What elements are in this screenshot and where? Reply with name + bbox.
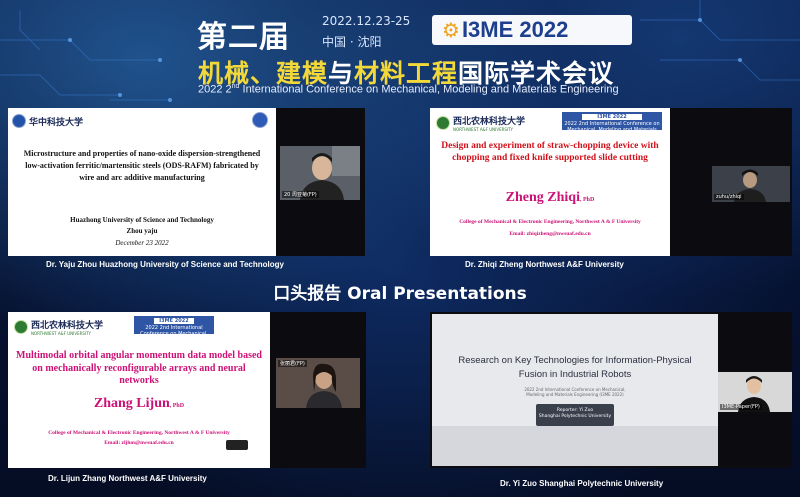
conference-banner: I3ME 2022 2022 2nd International Confere… [562, 112, 662, 139]
university-logo: 西北农林科技大学 NORTHWEST A&F UNIVERSITY [14, 318, 103, 336]
slide-affiliation: College of Mechanical & Electronic Engin… [48, 430, 230, 436]
slide-title: Microstructure and properties of nano-ox… [23, 149, 261, 182]
edition-title: 第二届 [197, 20, 290, 55]
slide-affiliation: College of Mechanical & Electronic Engin… [459, 219, 641, 225]
toolbar-widget[interactable] [226, 440, 248, 450]
emblem-icon [252, 112, 268, 128]
presentation-slide: 西北农林科技大学 NORTHWEST A&F UNIVERSITY I3ME 2… [430, 108, 670, 256]
slide-email: Email: zhiqizheng@nwsuaf.edu.cn [509, 231, 591, 237]
presentation-slide: 西北农林科技大学 NORTHWEST A&F UNIVERSITY I3ME 2… [8, 312, 270, 468]
webcam-label: I3ME-Paper(FP) [720, 404, 762, 410]
slide-date: December 23 2022 [115, 239, 169, 247]
slide-presenter: Zheng Zhiqi, PhD [505, 190, 595, 205]
conference-title-en: 2022 2nd International Conference on Mec… [198, 83, 619, 96]
slide-subtitle: 2022 2nd International Conference on Mec… [524, 387, 626, 397]
slide-affiliation: Huazhong University of Science and Techn… [70, 216, 214, 224]
gear-icon: ⚙ [442, 18, 460, 42]
webcam-label: zuhu/zhiqi [714, 194, 744, 200]
university-logo: 华中科技大学 [12, 114, 83, 128]
speaker-webcam: zuhu/zhiqi [712, 166, 790, 202]
section-label: 口头报告 Oral Presentations [273, 284, 527, 304]
reporter-box: Reporter: Yi Zuo Shanghai Polytechnic Un… [536, 404, 614, 426]
speaker-caption: Dr. Lijun Zhang Northwest A&F University [48, 474, 207, 483]
video-panel-zheng[interactable]: 西北农林科技大学 NORTHWEST A&F UNIVERSITY I3ME 2… [430, 108, 792, 256]
speaker-webcam: I3ME-Paper(FP) [718, 372, 792, 412]
conference-logo: ⚙ I3ME 2022 [432, 15, 632, 45]
slide-presenter: Zhang Lijun, PhD [93, 396, 185, 411]
speaker-caption: Dr. Zhiqi Zheng Northwest A&F University [465, 260, 624, 269]
video-panel-zhou[interactable]: 华中科技大学 Microstructure and properties of … [8, 108, 365, 256]
slide-title: Research on Key Technologies for Informa… [458, 355, 692, 380]
video-panel-zuo[interactable]: Research on Key Technologies for Informa… [430, 312, 792, 468]
conference-date: 2022.12.23-25 [322, 14, 411, 28]
presentation-slide: Research on Key Technologies for Informa… [432, 314, 718, 466]
slide-presenter: Zhou yaju [126, 227, 158, 235]
conference-place: 中国 · 沈阳 [322, 35, 382, 49]
slide-title: Design and experiment of straw-chopping … [441, 141, 659, 163]
speaker-webcam: 张丽君(FP) [276, 358, 360, 408]
slide-title: Multimodal orbital angular momentum data… [16, 350, 262, 386]
presentation-slide: 华中科技大学 Microstructure and properties of … [8, 108, 276, 256]
video-panel-zhang[interactable]: 西北农林科技大学 NORTHWEST A&F UNIVERSITY I3ME 2… [8, 312, 366, 468]
speaker-webcam: 20 周亚菊(FP) [280, 146, 360, 200]
university-logo: 西北农林科技大学 NORTHWEST A&F UNIVERSITY [436, 114, 525, 132]
logo-text: I3ME 2022 [461, 17, 569, 42]
webcam-label: 20 周亚菊(FP) [282, 191, 319, 198]
conference-banner: I3ME 2022 2022 2nd International Confere… [134, 316, 214, 349]
speaker-caption: Dr. Yaju Zhou Huazhong University of Sci… [46, 260, 284, 269]
speaker-caption: Dr. Yi Zuo Shanghai Polytechnic Universi… [500, 479, 664, 488]
webcam-label: 张丽君(FP) [278, 360, 307, 367]
